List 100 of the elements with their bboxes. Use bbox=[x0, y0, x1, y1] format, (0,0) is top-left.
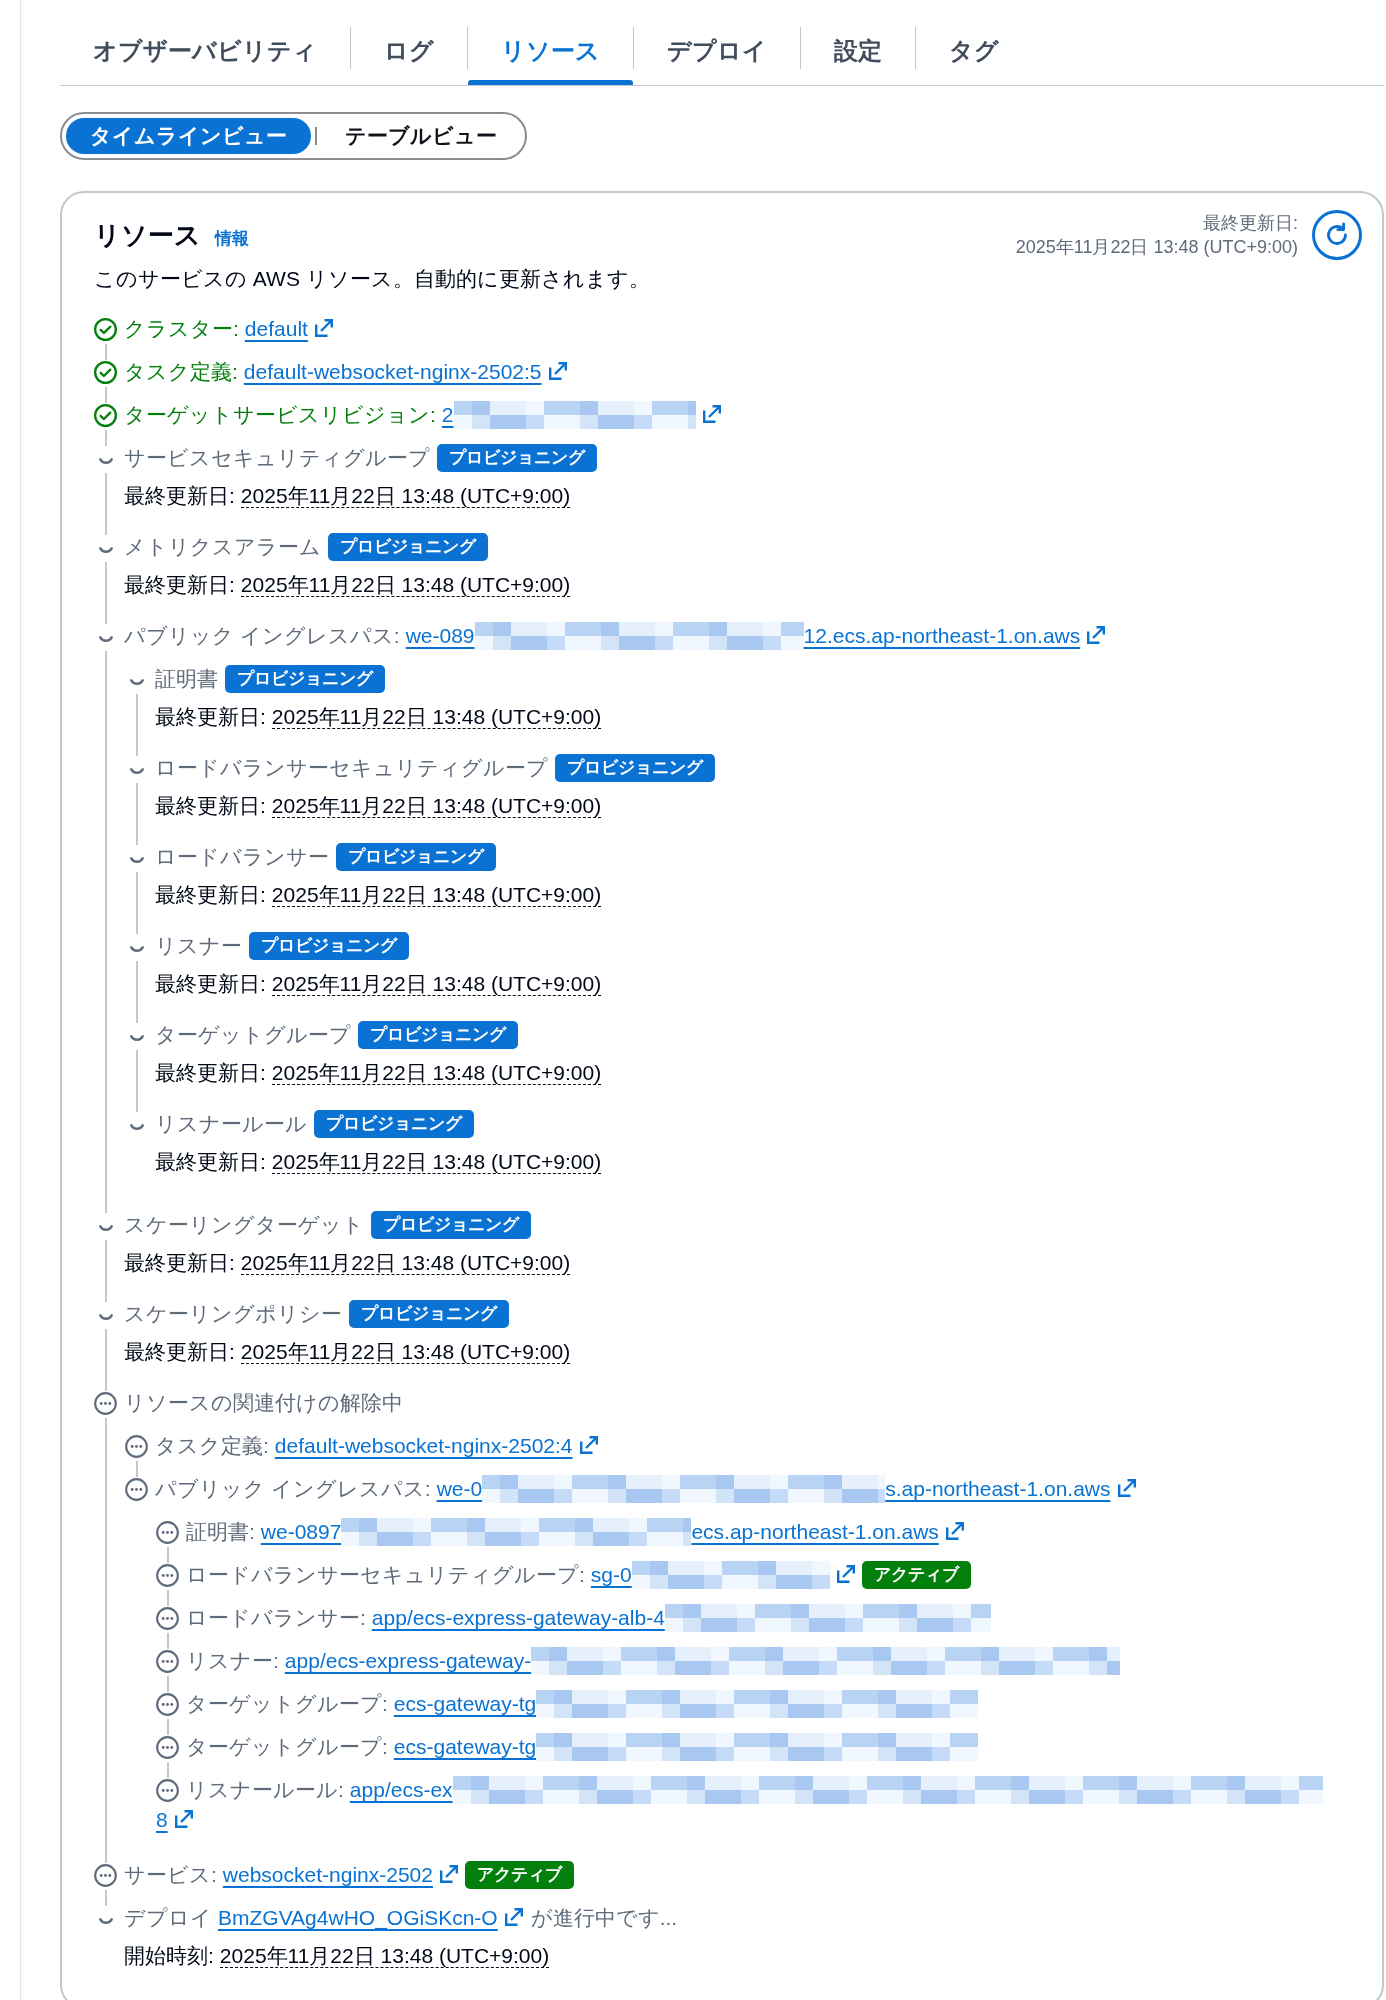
check-circle-icon bbox=[94, 360, 117, 384]
timestamp: 2025年11月22日 13:48 (UTC+9:00) bbox=[240, 1340, 571, 1364]
resource-label: クラスター: bbox=[124, 317, 239, 340]
last-updated-label: 最終更新日: bbox=[1203, 212, 1298, 235]
timestamp: 2025年11月22日 13:48 (UTC+9:00) bbox=[219, 1944, 550, 1968]
timestamp: 2025年11月22日 13:48 (UTC+9:00) bbox=[271, 883, 602, 907]
view-option[interactable]: タイムラインビュー bbox=[66, 118, 311, 154]
spinner-icon bbox=[98, 1225, 113, 1233]
timestamp: 2025年11月22日 13:48 (UTC+9:00) bbox=[240, 1251, 571, 1275]
timestamp: 2025年11月22日 13:48 (UTC+9:00) bbox=[240, 484, 571, 508]
timestamp: 2025年11月22日 13:48 (UTC+9:00) bbox=[271, 1061, 602, 1085]
section-description: このサービスの AWS リソース。自動的に更新されます。 bbox=[94, 266, 651, 292]
resource-label: リスナー bbox=[155, 934, 242, 957]
last-updated-time: 2025年11月22日 13:48 (UTC+9:00) bbox=[1015, 236, 1298, 259]
status-badge: プロビジョニング bbox=[336, 843, 496, 871]
resource-link[interactable]: ecs-gateway-tg bbox=[393, 1735, 979, 1758]
resource-label: サービスセキュリティグループ bbox=[124, 446, 430, 469]
view-option[interactable]: テーブルビュー bbox=[321, 118, 521, 154]
resource-link[interactable]: we-0 s.ap-northeast-1.on.aws bbox=[436, 1477, 1136, 1500]
resource-link[interactable]: ecs-gateway-tg bbox=[393, 1692, 979, 1715]
resource-label: ターゲットグループ bbox=[155, 1023, 351, 1046]
dots-circle-icon bbox=[94, 1863, 117, 1887]
resource-link[interactable]: 8 bbox=[156, 1808, 193, 1831]
resource-label: スケーリングターゲット bbox=[124, 1213, 364, 1236]
timestamp-label: 最終更新日: bbox=[124, 484, 235, 507]
resource-link[interactable]: sg-0 bbox=[590, 1563, 855, 1586]
timestamp: 2025年11月22日 13:48 (UTC+9:00) bbox=[271, 794, 602, 818]
status-text: が進行中です... bbox=[530, 1906, 678, 1929]
spinner-icon bbox=[98, 547, 113, 555]
tab[interactable]: タグ bbox=[916, 10, 1032, 85]
resource-label: ロードバランサーセキュリティグループ bbox=[155, 756, 548, 779]
timestamp-label: 開始時刻: bbox=[124, 1944, 214, 1967]
resource-label: ロードバランサーセキュリティグループ: bbox=[186, 1563, 585, 1586]
timestamp: 2025年11月22日 13:48 (UTC+9:00) bbox=[271, 972, 602, 996]
refresh-button[interactable] bbox=[1312, 210, 1362, 260]
resource-label: スケーリングポリシー bbox=[124, 1302, 342, 1325]
timestamp-label: 最終更新日: bbox=[155, 705, 266, 728]
status-badge: プロビジョニング bbox=[437, 444, 597, 472]
resource-link[interactable]: we-0897 ecs.ap-northeast-1.on.aws bbox=[260, 1520, 964, 1543]
timestamp-label: 最終更新日: bbox=[155, 794, 266, 817]
spinner-icon bbox=[98, 458, 113, 466]
section-title: リソース bbox=[94, 219, 201, 252]
status-badge: プロビジョニング bbox=[249, 932, 409, 960]
timestamp: 2025年11月22日 13:48 (UTC+9:00) bbox=[240, 573, 571, 597]
spinner-icon bbox=[98, 636, 113, 644]
resource-label: パブリック イングレスパス: bbox=[124, 624, 400, 647]
resource-label: リソースの関連付けの解除中 bbox=[124, 1391, 403, 1414]
resource-link[interactable]: default-websocket-nginx-2502:5 bbox=[243, 360, 567, 383]
status-badge: プロビジョニング bbox=[371, 1211, 531, 1239]
timestamp-label: 最終更新日: bbox=[155, 1061, 266, 1084]
resource-link[interactable]: websocket-nginx-2502 bbox=[222, 1863, 458, 1886]
resource-label: ロードバランサー bbox=[155, 845, 329, 868]
spinner-icon bbox=[98, 1314, 113, 1322]
spinner-icon bbox=[129, 679, 144, 687]
tab[interactable]: リソース bbox=[468, 10, 633, 85]
dots-circle-icon bbox=[156, 1692, 179, 1716]
resource-link[interactable]: app/ecs-express-gateway- bbox=[284, 1649, 1121, 1672]
resource-label: リスナールール: bbox=[186, 1778, 344, 1801]
tab[interactable]: ログ bbox=[351, 10, 467, 85]
tab[interactable]: 設定 bbox=[801, 10, 915, 85]
spinner-icon bbox=[98, 1918, 113, 1926]
info-link[interactable]: 情報 bbox=[215, 227, 249, 250]
resource-link[interactable]: BmZGVAg4wHO_OGiSKcn-O bbox=[218, 1906, 523, 1929]
status-badge: アクティブ bbox=[464, 1861, 574, 1889]
resource-link[interactable]: we-089 12.ecs.ap-northeast-1.on.aws bbox=[405, 624, 1106, 647]
timestamp-label: 最終更新日: bbox=[124, 1340, 235, 1363]
resource-link[interactable]: default-websocket-nginx-2502:4 bbox=[274, 1434, 598, 1457]
spinner-icon bbox=[129, 946, 144, 954]
tab[interactable]: オブザーバビリティ bbox=[60, 10, 350, 85]
external-link-icon bbox=[945, 1522, 964, 1540]
resource-link[interactable]: default bbox=[244, 317, 333, 340]
resource-label: リスナー: bbox=[186, 1649, 279, 1672]
spinner-icon bbox=[129, 768, 144, 776]
timestamp-label: 最終更新日: bbox=[155, 883, 266, 906]
status-badge: プロビジョニング bbox=[314, 1110, 474, 1138]
resource-link[interactable]: 2 bbox=[441, 403, 721, 426]
resource-label: タスク定義: bbox=[155, 1434, 269, 1457]
resource-label: パブリック イングレスパス: bbox=[155, 1477, 431, 1500]
dots-circle-icon bbox=[156, 1520, 179, 1544]
status-badge: プロビジョニング bbox=[555, 754, 715, 782]
timestamp-label: 最終更新日: bbox=[155, 1150, 266, 1173]
resource-label: ターゲットグループ: bbox=[186, 1735, 388, 1758]
resource-link[interactable]: app/ecs-express-gateway-alb-4 bbox=[371, 1606, 991, 1629]
dots-circle-icon bbox=[156, 1563, 179, 1587]
timestamp-label: 最終更新日: bbox=[124, 1251, 235, 1274]
resource-label: ターゲットサービスリビジョン: bbox=[124, 403, 436, 426]
dots-circle-icon bbox=[125, 1477, 148, 1501]
external-link-icon bbox=[579, 1436, 598, 1454]
resource-label: リスナールール bbox=[155, 1112, 307, 1135]
resource-link[interactable]: app/ecs-ex bbox=[349, 1778, 1323, 1801]
spinner-icon bbox=[129, 1035, 144, 1043]
resource-label: ロードバランサー: bbox=[186, 1606, 366, 1629]
external-link-icon bbox=[174, 1810, 193, 1828]
timestamp: 2025年11月22日 13:48 (UTC+9:00) bbox=[271, 705, 602, 729]
external-link-icon bbox=[836, 1565, 855, 1583]
external-link-icon bbox=[1117, 1479, 1136, 1497]
timestamp: 2025年11月22日 13:48 (UTC+9:00) bbox=[271, 1150, 602, 1174]
external-link-icon bbox=[314, 319, 333, 337]
tab[interactable]: デプロイ bbox=[634, 10, 800, 85]
dots-circle-icon bbox=[156, 1649, 179, 1673]
